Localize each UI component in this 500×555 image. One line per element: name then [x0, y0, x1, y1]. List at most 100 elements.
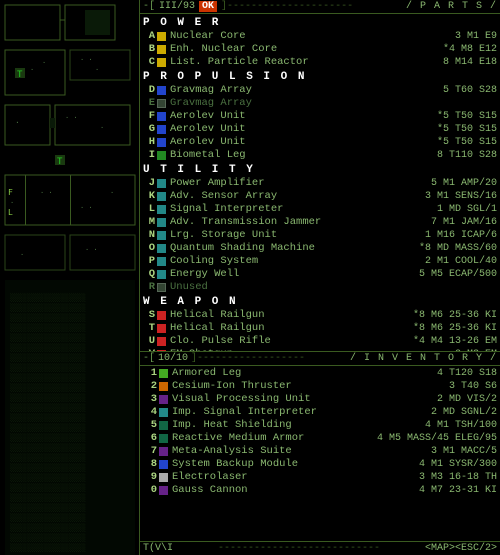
- equip-stats-N: 1 M16 ICAP/6: [425, 229, 497, 242]
- section-propulsion-header: P R O P U L S I O N: [143, 71, 497, 83]
- equip-stats-F: *5 T50 S15: [437, 110, 497, 123]
- section-utility-header: U T I L I T Y: [143, 164, 497, 176]
- equip-key-H: H: [143, 136, 155, 149]
- equip-key-J: J: [143, 177, 155, 190]
- inv-icon-0: [159, 486, 169, 496]
- equip-row-L[interactable]: L Signal Interpreter 1 MD SGL/1: [143, 203, 497, 216]
- equip-icon-P: [157, 257, 167, 267]
- equip-name-O: Quantum Shading Machine: [170, 242, 415, 255]
- inv-num-0: 0: [143, 484, 157, 497]
- equip-key-T: T: [143, 322, 155, 335]
- equip-row-C[interactable]: C List. Particle Reactor 8 M14 E18: [143, 56, 497, 69]
- equip-row-G[interactable]: G Aerolev Unit *5 T50 S15: [143, 123, 497, 136]
- inv-row-1[interactable]: 1 Armored Leg 4 T120 S18: [143, 367, 497, 380]
- equip-name-G: Aerolev Unit: [170, 123, 433, 136]
- equip-icon-K: [157, 192, 167, 202]
- svg-text:░░░░░░░░░░░░░░░░░░: ░░░░░░░░░░░░░░░░░░: [10, 323, 86, 332]
- equip-row-T[interactable]: T Helical Railgun *8 M6 25-36 KI: [143, 322, 497, 335]
- svg-text:░░░░░░░░░░░░░░░░░░: ░░░░░░░░░░░░░░░░░░: [10, 383, 86, 392]
- inv-row-0[interactable]: 0 Gauss Cannon 4 M7 23-31 KI: [143, 484, 497, 497]
- inv-row-5[interactable]: 5 Imp. Heat Shielding 4 M1 TSH/100: [143, 419, 497, 432]
- svg-text:░░░░░░░░░░░░░░░░░░: ░░░░░░░░░░░░░░░░░░: [10, 303, 86, 312]
- inv-icon-4: [159, 408, 169, 418]
- equip-stats-T: *8 M6 25-36 KI: [413, 322, 497, 335]
- equip-key-D: D: [143, 84, 155, 97]
- equip-key-I: I: [143, 149, 155, 162]
- inv-row-2[interactable]: 2 Cesium-Ion Thruster 3 T40 S6: [143, 380, 497, 393]
- equip-row-H[interactable]: H Aerolev Unit *5 T50 S15: [143, 136, 497, 149]
- equip-icon-G: [157, 125, 167, 135]
- map-panel: T · · · · · · · · · T · · · · · ·: [0, 0, 140, 555]
- equip-key-A: A: [143, 30, 155, 43]
- svg-text:·: ·: [42, 59, 46, 67]
- equip-row-R[interactable]: R Unused: [143, 281, 497, 294]
- equip-key-P: P: [143, 255, 155, 268]
- inv-stats-4: 2 MD SGNL/2: [431, 406, 497, 419]
- equip-row-S[interactable]: S Helical Railgun *8 M6 25-36 KI: [143, 309, 497, 322]
- inv-name-0: Gauss Cannon: [172, 484, 415, 497]
- inv-num-6: 6: [143, 432, 157, 445]
- equip-row-N[interactable]: N Lrg. Storage Unit 1 M16 ICAP/6: [143, 229, 497, 242]
- equip-row-K[interactable]: K Adv. Sensor Array 3 M1 SENS/16: [143, 190, 497, 203]
- equip-stats-M: 7 M1 JAM/16: [431, 216, 497, 229]
- equip-key-M: M: [143, 216, 155, 229]
- equip-row-O[interactable]: O Quantum Shading Machine *8 MD MASS/60: [143, 242, 497, 255]
- svg-text:· ·: · ·: [40, 189, 53, 197]
- inv-row-7[interactable]: 7 Meta-Analysis Suite 3 M1 MACC/5: [143, 445, 497, 458]
- equip-name-A: Nuclear Core: [170, 30, 451, 43]
- equip-row-I[interactable]: I Biometal Leg 8 T110 S28: [143, 149, 497, 162]
- equip-icon-U: [157, 337, 167, 347]
- equip-name-P: Cooling System: [170, 255, 421, 268]
- svg-text:░░░░░░░░░░░░░░░░░░: ░░░░░░░░░░░░░░░░░░: [10, 343, 86, 352]
- inv-row-6[interactable]: 6 Reactive Medium Armor 4 M5 MASS/45 ELE…: [143, 432, 497, 445]
- inv-name-1: Armored Leg: [172, 367, 433, 380]
- svg-text:· ·: · ·: [85, 246, 98, 254]
- equip-row-D[interactable]: D Gravmag Array 5 T60 S28: [143, 84, 497, 97]
- equip-icon-Q: [157, 270, 167, 280]
- equip-row-E[interactable]: E Gravmag Array: [143, 97, 497, 110]
- equip-row-M[interactable]: M Adv. Transmission Jammer 7 M1 JAM/16: [143, 216, 497, 229]
- equip-row-P[interactable]: P Cooling System 2 M1 COOL/40: [143, 255, 497, 268]
- equip-stats-S: *8 M6 25-36 KI: [413, 309, 497, 322]
- equip-key-E: E: [143, 97, 155, 110]
- svg-text:░░░░░░░░░░░░░░░░░░: ░░░░░░░░░░░░░░░░░░: [10, 443, 86, 452]
- equip-row-B[interactable]: B Enh. Nuclear Core *4 M8 E12: [143, 43, 497, 56]
- svg-text:░░░░░░░░░░░░░░░░░░: ░░░░░░░░░░░░░░░░░░: [10, 403, 86, 412]
- equip-key-N: N: [143, 229, 155, 242]
- equip-name-D: Gravmag Array: [170, 84, 439, 97]
- inv-stats-7: 3 M1 MACC/5: [431, 445, 497, 458]
- equip-row-Q[interactable]: Q Energy Well 5 M5 ECAP/500: [143, 268, 497, 281]
- section-power-header: P O W E R: [143, 17, 497, 29]
- inv-row-8[interactable]: 8 System Backup Module 4 M1 SYSR/300: [143, 458, 497, 471]
- equip-row-U[interactable]: U Clo. Pulse Rifle *4 M4 13-26 EM: [143, 335, 497, 348]
- divider-bracket-left: -[: [143, 353, 155, 364]
- svg-text:F: F: [8, 188, 13, 197]
- equip-row-A[interactable]: A Nuclear Core 3 M1 E9: [143, 30, 497, 43]
- inventory-count: 10/10: [158, 353, 188, 364]
- svg-text:T: T: [57, 157, 63, 167]
- equip-stats-P: 2 M1 COOL/40: [425, 255, 497, 268]
- equip-icon-F: [157, 112, 167, 122]
- svg-text:·: ·: [30, 66, 34, 74]
- svg-text:░░░░░░░░░░░░░░░░░░: ░░░░░░░░░░░░░░░░░░: [10, 493, 86, 502]
- equip-name-L: Signal Interpreter: [170, 203, 433, 216]
- inv-name-8: System Backup Module: [172, 458, 415, 471]
- equip-icon-E: [157, 99, 167, 109]
- equip-row-F[interactable]: F Aerolev Unit *5 T50 S15: [143, 110, 497, 123]
- svg-text:░░░░░░░░░░░░░░░░░░: ░░░░░░░░░░░░░░░░░░: [10, 523, 86, 532]
- equip-key-B: B: [143, 43, 155, 56]
- inv-row-4[interactable]: 4 Imp. Signal Interpreter 2 MD SGNL/2: [143, 406, 497, 419]
- inv-name-5: Imp. Heat Shielding: [172, 419, 421, 432]
- inv-row-9[interactable]: 9 Electrolaser 3 M3 16-18 TH: [143, 471, 497, 484]
- equip-name-M: Adv. Transmission Jammer: [170, 216, 427, 229]
- equip-stats-K: 3 M1 SENS/16: [425, 190, 497, 203]
- inv-stats-6: 4 M5 MASS/45 ELEG/95: [377, 432, 497, 445]
- equip-name-I: Biometal Leg: [170, 149, 433, 162]
- equip-name-C: List. Particle Reactor: [170, 56, 439, 69]
- inv-icon-5: [159, 421, 169, 431]
- equip-row-J[interactable]: J Power Amplifier 5 M1 AMP/20: [143, 177, 497, 190]
- inv-row-3[interactable]: 3 Visual Processing Unit 2 MD VIS/2: [143, 393, 497, 406]
- equip-icon-B: [157, 45, 167, 55]
- topbar-parts-label: / P A R T S /: [406, 1, 497, 12]
- svg-text:░░░░░░░░░░░░░░░░░░: ░░░░░░░░░░░░░░░░░░: [10, 353, 86, 362]
